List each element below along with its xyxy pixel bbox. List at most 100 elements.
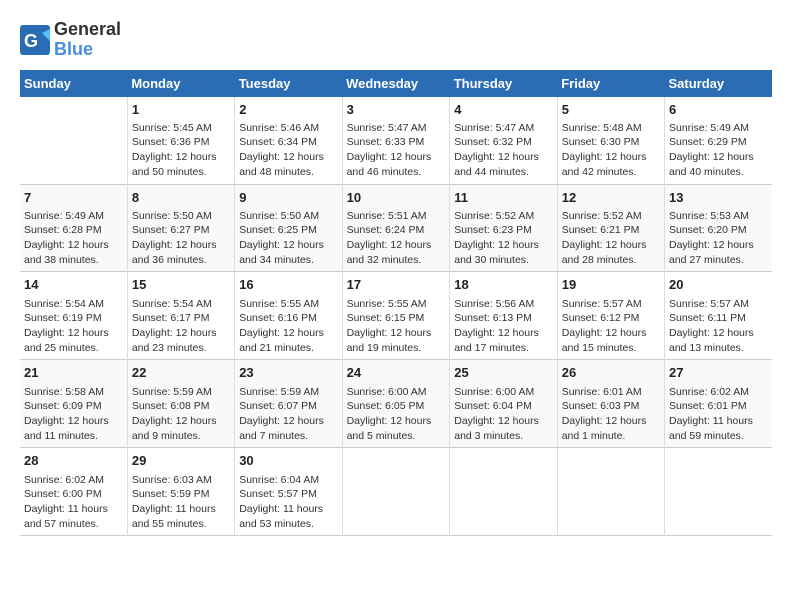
day-info: Sunrise: 5:51 AM Sunset: 6:24 PM Dayligh… [347, 209, 446, 268]
calendar-week-row: 28 Sunrise: 6:02 AM Sunset: 6:00 PM Dayli… [20, 448, 772, 536]
day-number: 19 [562, 276, 660, 294]
calendar-cell: 22 Sunrise: 5:59 AM Sunset: 6:08 PM Dayli… [127, 360, 234, 448]
calendar-cell: 6 Sunrise: 5:49 AM Sunset: 6:29 PM Daylig… [665, 97, 773, 184]
day-number: 13 [669, 189, 768, 207]
day-info: Sunrise: 5:57 AM Sunset: 6:11 PM Dayligh… [669, 297, 768, 356]
day-number: 24 [347, 364, 446, 382]
day-info: Sunrise: 5:49 AM Sunset: 6:29 PM Dayligh… [669, 121, 768, 180]
day-number: 18 [454, 276, 552, 294]
day-number: 28 [24, 452, 123, 470]
day-info: Sunrise: 6:02 AM Sunset: 6:00 PM Dayligh… [24, 473, 123, 532]
logo: G General Blue [20, 20, 121, 60]
day-info: Sunrise: 5:56 AM Sunset: 6:13 PM Dayligh… [454, 297, 552, 356]
weekday-header: Friday [557, 70, 664, 97]
calendar-cell: 18 Sunrise: 5:56 AM Sunset: 6:13 PM Dayli… [450, 272, 557, 360]
day-info: Sunrise: 5:45 AM Sunset: 6:36 PM Dayligh… [132, 121, 230, 180]
calendar-cell: 20 Sunrise: 5:57 AM Sunset: 6:11 PM Dayli… [665, 272, 773, 360]
day-info: Sunrise: 5:59 AM Sunset: 6:08 PM Dayligh… [132, 385, 230, 444]
calendar-week-row: 7 Sunrise: 5:49 AM Sunset: 6:28 PM Daylig… [20, 184, 772, 272]
day-number: 7 [24, 189, 123, 207]
weekday-header: Thursday [450, 70, 557, 97]
day-number: 6 [669, 101, 768, 119]
day-number: 23 [239, 364, 337, 382]
day-number: 22 [132, 364, 230, 382]
calendar-cell: 2 Sunrise: 5:46 AM Sunset: 6:34 PM Daylig… [235, 97, 342, 184]
day-info: Sunrise: 5:46 AM Sunset: 6:34 PM Dayligh… [239, 121, 337, 180]
calendar-cell: 26 Sunrise: 6:01 AM Sunset: 6:03 PM Dayli… [557, 360, 664, 448]
calendar-cell: 24 Sunrise: 6:00 AM Sunset: 6:05 PM Dayli… [342, 360, 450, 448]
day-info: Sunrise: 6:04 AM Sunset: 5:57 PM Dayligh… [239, 473, 337, 532]
calendar-cell: 9 Sunrise: 5:50 AM Sunset: 6:25 PM Daylig… [235, 184, 342, 272]
calendar-table: SundayMondayTuesdayWednesdayThursdayFrid… [20, 70, 772, 537]
day-number: 4 [454, 101, 552, 119]
day-number: 14 [24, 276, 123, 294]
calendar-cell [450, 448, 557, 536]
calendar-cell: 8Sunrise: 5:50 AM Sunset: 6:27 PM Daylig… [127, 184, 234, 272]
calendar-cell: 19Sunrise: 5:57 AM Sunset: 6:12 PM Dayli… [557, 272, 664, 360]
day-number: 11 [454, 189, 552, 207]
day-info: Sunrise: 5:53 AM Sunset: 6:20 PM Dayligh… [669, 209, 768, 268]
day-number: 2 [239, 101, 337, 119]
day-info: Sunrise: 5:49 AM Sunset: 6:28 PM Dayligh… [24, 209, 123, 268]
day-info: Sunrise: 5:52 AM Sunset: 6:21 PM Dayligh… [562, 209, 660, 268]
day-number: 16 [239, 276, 337, 294]
calendar-week-row: 21 Sunrise: 5:58 AM Sunset: 6:09 PM Dayli… [20, 360, 772, 448]
calendar-cell: 5 Sunrise: 5:48 AM Sunset: 6:30 PM Daylig… [557, 97, 664, 184]
day-info: Sunrise: 5:52 AM Sunset: 6:23 PM Dayligh… [454, 209, 552, 268]
day-info: Sunrise: 5:48 AM Sunset: 6:30 PM Dayligh… [562, 121, 660, 180]
day-info: Sunrise: 6:03 AM Sunset: 5:59 PM Dayligh… [132, 473, 230, 532]
day-number: 10 [347, 189, 446, 207]
day-number: 3 [347, 101, 446, 119]
day-number: 25 [454, 364, 552, 382]
calendar-cell: 17Sunrise: 5:55 AM Sunset: 6:15 PM Dayli… [342, 272, 450, 360]
calendar-cell: 10 Sunrise: 5:51 AM Sunset: 6:24 PM Dayli… [342, 184, 450, 272]
weekday-header: Sunday [20, 70, 127, 97]
calendar-cell: 21 Sunrise: 5:58 AM Sunset: 6:09 PM Dayli… [20, 360, 127, 448]
day-info: Sunrise: 6:00 AM Sunset: 6:05 PM Dayligh… [347, 385, 446, 444]
weekday-header: Monday [127, 70, 234, 97]
calendar-cell: 1 Sunrise: 5:45 AM Sunset: 6:36 PM Daylig… [127, 97, 234, 184]
calendar-cell [20, 97, 127, 184]
day-info: Sunrise: 5:54 AM Sunset: 6:17 PM Dayligh… [132, 297, 230, 356]
day-number: 20 [669, 276, 768, 294]
calendar-cell: 16 Sunrise: 5:55 AM Sunset: 6:16 PM Dayli… [235, 272, 342, 360]
day-number: 1 [132, 101, 230, 119]
page-header: G General Blue [20, 20, 772, 60]
day-number: 26 [562, 364, 660, 382]
day-info: Sunrise: 5:50 AM Sunset: 6:25 PM Dayligh… [239, 209, 337, 268]
day-number: 12 [562, 189, 660, 207]
logo-icon: G [20, 25, 50, 55]
calendar-cell: 12 Sunrise: 5:52 AM Sunset: 6:21 PM Dayli… [557, 184, 664, 272]
day-number: 5 [562, 101, 660, 119]
calendar-header-row: SundayMondayTuesdayWednesdayThursdayFrid… [20, 70, 772, 97]
weekday-header: Tuesday [235, 70, 342, 97]
calendar-cell: 15 Sunrise: 5:54 AM Sunset: 6:17 PM Dayli… [127, 272, 234, 360]
calendar-cell: 28 Sunrise: 6:02 AM Sunset: 6:00 PM Dayli… [20, 448, 127, 536]
day-info: Sunrise: 5:59 AM Sunset: 6:07 PM Dayligh… [239, 385, 337, 444]
day-info: Sunrise: 5:55 AM Sunset: 6:16 PM Dayligh… [239, 297, 337, 356]
calendar-cell: 13 Sunrise: 5:53 AM Sunset: 6:20 PM Dayli… [665, 184, 773, 272]
day-number: 27 [669, 364, 768, 382]
day-number: 15 [132, 276, 230, 294]
calendar-cell: 7 Sunrise: 5:49 AM Sunset: 6:28 PM Daylig… [20, 184, 127, 272]
day-number: 30 [239, 452, 337, 470]
day-info: Sunrise: 6:00 AM Sunset: 6:04 PM Dayligh… [454, 385, 552, 444]
calendar-cell: 29Sunrise: 6:03 AM Sunset: 5:59 PM Dayli… [127, 448, 234, 536]
calendar-cell [557, 448, 664, 536]
weekday-header: Wednesday [342, 70, 450, 97]
calendar-week-row: 14 Sunrise: 5:54 AM Sunset: 6:19 PM Dayli… [20, 272, 772, 360]
svg-text:G: G [24, 31, 38, 51]
calendar-cell: 27 Sunrise: 6:02 AM Sunset: 6:01 PM Dayli… [665, 360, 773, 448]
day-number: 8 [132, 189, 230, 207]
day-info: Sunrise: 5:54 AM Sunset: 6:19 PM Dayligh… [24, 297, 123, 356]
day-info: Sunrise: 6:02 AM Sunset: 6:01 PM Dayligh… [669, 385, 768, 444]
day-info: Sunrise: 5:55 AM Sunset: 6:15 PM Dayligh… [347, 297, 446, 356]
day-info: Sunrise: 5:58 AM Sunset: 6:09 PM Dayligh… [24, 385, 123, 444]
day-number: 9 [239, 189, 337, 207]
day-info: Sunrise: 5:47 AM Sunset: 6:32 PM Dayligh… [454, 121, 552, 180]
day-info: Sunrise: 6:01 AM Sunset: 6:03 PM Dayligh… [562, 385, 660, 444]
logo-text: General Blue [54, 20, 121, 60]
calendar-cell: 11 Sunrise: 5:52 AM Sunset: 6:23 PM Dayli… [450, 184, 557, 272]
calendar-week-row: 1 Sunrise: 5:45 AM Sunset: 6:36 PM Daylig… [20, 97, 772, 184]
day-number: 21 [24, 364, 123, 382]
